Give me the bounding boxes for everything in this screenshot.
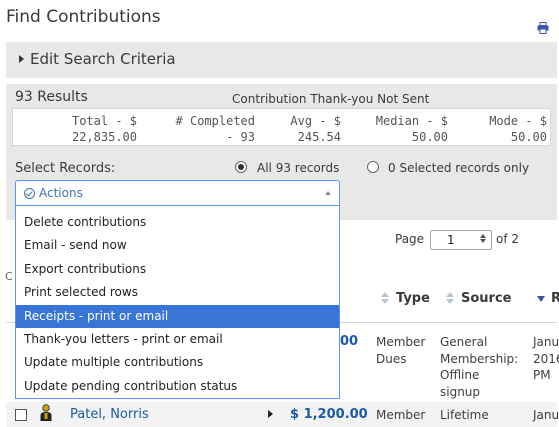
stat-total: Total - $22,835.00 (71, 114, 137, 144)
pager-suffix: of 2 (496, 232, 520, 246)
row-amount[interactable]: $ 1,200.00 (290, 407, 368, 422)
row-date: Janu2016PM (533, 335, 559, 382)
column-stub: C (5, 270, 13, 283)
row-source: General Membership: Offline signup (440, 335, 519, 399)
action-thank-you-letters[interactable]: Thank-you letters - print or email (16, 328, 339, 351)
sort-descending-icon[interactable] (537, 296, 545, 302)
stat-mode: Mode - $50.00 (489, 114, 547, 144)
radio-all-records[interactable] (235, 161, 247, 173)
action-receipts-print-or-email[interactable]: Receipts - print or email (16, 304, 339, 328)
action-export-contributions[interactable]: Export contributions (16, 258, 339, 281)
radio-all-records-label[interactable]: All 93 records (257, 161, 339, 175)
print-icon[interactable] (537, 22, 549, 34)
stat-average: Avg - $245.54 (290, 114, 341, 144)
column-header-source[interactable]: Source (461, 291, 511, 306)
page-title: Find Contributions (6, 7, 161, 27)
expand-triangle-icon (19, 55, 24, 63)
select-records-label: Select Records: (15, 161, 116, 176)
row-type: Member (376, 408, 426, 422)
sort-icon[interactable] (446, 292, 454, 304)
column-header-type[interactable]: Type (396, 291, 430, 306)
summary-stats: Total - $22,835.00 # Completed - 93 Avg -… (12, 108, 551, 146)
actions-select[interactable]: Actions (15, 180, 340, 206)
row-contact-name[interactable]: Patel, Norris (70, 407, 149, 424)
results-status: Contribution Thank-you Not Sent (232, 92, 430, 106)
row-type: Member Dues (376, 335, 426, 366)
row-source: Lifetime (440, 408, 489, 422)
person-icon (40, 404, 52, 421)
expand-row-icon[interactable] (268, 410, 273, 418)
action-update-pending-status[interactable]: Update pending contribution status (16, 375, 339, 398)
results-count: 93 Results (15, 89, 88, 105)
radio-selected-records[interactable] (367, 161, 379, 173)
stat-completed: # Completed - 93 (175, 114, 255, 144)
action-print-selected-rows[interactable]: Print selected rows (16, 281, 339, 304)
edit-search-criteria-label: Edit Search Criteria (30, 50, 176, 68)
action-delete-contributions[interactable]: Delete contributions (16, 211, 339, 234)
stat-median: Median - $50.00 (375, 114, 448, 144)
actions-dropdown: Delete contributions Email - send now Ex… (15, 206, 340, 399)
check-circle-icon (24, 188, 35, 199)
action-update-multiple-contributions[interactable]: Update multiple contributions (16, 351, 339, 374)
page-spinner[interactable] (477, 233, 489, 247)
radio-selected-records-label[interactable]: 0 Selected records only (388, 161, 529, 175)
sort-icon[interactable] (381, 292, 389, 304)
edit-search-criteria-toggle[interactable]: Edit Search Criteria (6, 42, 557, 78)
actions-select-label: Actions (39, 186, 83, 200)
row-checkbox[interactable] (15, 409, 27, 421)
action-email-send-now[interactable]: Email - send now (16, 234, 339, 257)
row-amount[interactable]: 00 (340, 334, 358, 349)
pager-prefix: Page (395, 232, 425, 246)
row-date: Janu (533, 408, 559, 422)
caret-up-icon (325, 191, 331, 195)
column-header-received[interactable]: R (551, 291, 559, 306)
page-number-input[interactable]: 1 (430, 230, 492, 250)
